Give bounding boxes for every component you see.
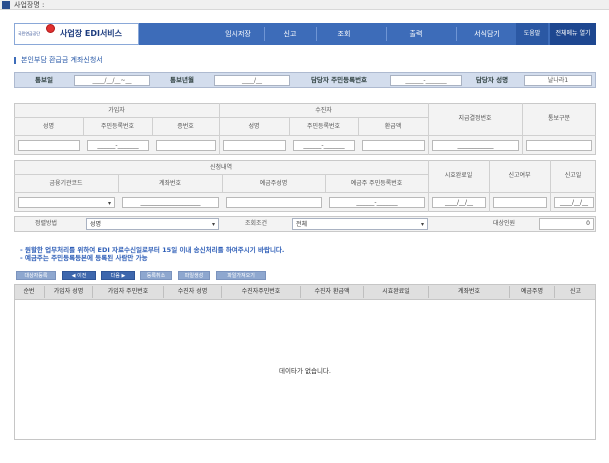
- nav-divider: [316, 27, 317, 41]
- nav-divider: [264, 27, 265, 41]
- chevron-down-icon: ▾: [107, 200, 111, 207]
- col-holder-name: 예금주명: [520, 288, 544, 295]
- recipient-rrn-input[interactable]: ______-_______: [293, 140, 355, 151]
- account-no-label: 계좌번호: [158, 180, 182, 187]
- holder-name-input[interactable]: [226, 197, 322, 208]
- query-condition-select[interactable]: 전체 ▾: [292, 218, 428, 230]
- col-recipient-name: 수진자 성명: [177, 288, 208, 295]
- grid-divider: [14, 174, 428, 175]
- subscriber-rrn-label: 주민등록번호: [100, 123, 135, 130]
- bank-code-label: 금융기관코드: [49, 180, 83, 187]
- target-register-button[interactable]: 대상자등록: [16, 271, 56, 280]
- page-title: 본인부담 환급금 계좌신청서: [21, 56, 103, 64]
- query-condition-label: 조회조건: [244, 220, 268, 227]
- report-yn-input[interactable]: [493, 197, 547, 208]
- grid-divider: [428, 103, 429, 155]
- nav-divider: [386, 27, 387, 41]
- grid-divider: [489, 160, 490, 212]
- col-subscriber-rrn: 가입자 주민번호: [107, 288, 149, 295]
- apply-group-label: 신청내역: [209, 164, 233, 171]
- nav-inquiry[interactable]: 조회: [318, 23, 370, 45]
- subscriber-group-label: 가입자: [108, 107, 125, 114]
- manager-name-input[interactable]: 날나라1: [524, 75, 592, 86]
- app-icon: [2, 1, 10, 9]
- account-no-input[interactable]: ____________________: [122, 197, 219, 208]
- holder-rrn-input[interactable]: ______-_______: [329, 197, 425, 208]
- nav-temp-save[interactable]: 임시저장: [214, 23, 262, 45]
- grid-divider: [14, 117, 428, 118]
- all-menu-button[interactable]: 전체메뉴 열기: [550, 23, 596, 45]
- report-yn-label: 신고여부: [508, 172, 531, 179]
- col-refund-amount: 수진자 환급액: [314, 288, 350, 295]
- nav-print[interactable]: 출력: [390, 23, 442, 45]
- file-import-button[interactable]: 파일가져오기: [216, 271, 266, 280]
- manager-rrn-label: 담당자 주민등록번호: [310, 76, 368, 84]
- target-count-value: 0: [539, 218, 594, 230]
- nps-logo-text: 국민연금공단: [18, 31, 41, 36]
- holder-rrn-label: 예금주 주민등록번호: [350, 180, 403, 187]
- request-date-input[interactable]: ____/__/__: [432, 197, 486, 208]
- window-title: 사업장명 :: [14, 1, 45, 9]
- help-button[interactable]: 도움말: [516, 23, 548, 45]
- notice-date-input[interactable]: ____/__/__~__: [74, 75, 150, 86]
- col-request-date: 시효완료일: [382, 288, 410, 295]
- refund-amount-label: 환급액: [384, 123, 402, 130]
- col-recipient-rrn: 수진자주민번호: [241, 288, 281, 295]
- query-condition-value: 전체: [296, 221, 308, 228]
- subscriber-rrn-input[interactable]: ______-_______: [87, 140, 149, 151]
- col-subscriber-name: 가입자 성명: [53, 288, 84, 295]
- recipient-rrn-label: 주민등록번호: [306, 123, 341, 130]
- chevron-down-icon: ▾: [420, 221, 424, 228]
- next-button[interactable]: 다음 ▶: [101, 271, 135, 280]
- nav-divider: [456, 27, 457, 41]
- nps-logo-icon: [46, 24, 55, 33]
- window-title-bar: [0, 0, 609, 10]
- manager-rrn-input[interactable]: ______-_______: [390, 75, 462, 86]
- notice-type-label: 통보구분: [547, 115, 571, 122]
- notice-type-input[interactable]: [526, 140, 592, 151]
- recipient-group-label: 수진자: [315, 107, 332, 114]
- grid-divider: [14, 192, 596, 193]
- report-date-label: 신고일: [564, 172, 582, 179]
- section-marker: [14, 57, 16, 64]
- nav-report[interactable]: 신고: [266, 23, 314, 45]
- notice-date-label: 통보일: [35, 76, 53, 84]
- recipient-name-input[interactable]: [223, 140, 286, 151]
- target-count-label: 대상인원: [492, 220, 516, 227]
- holder-name-label: 예금주성명: [259, 180, 288, 187]
- recipient-name-label: 성명: [248, 123, 260, 130]
- subscriber-cert-input[interactable]: [156, 140, 216, 151]
- cancel-register-button[interactable]: 등록취소: [140, 271, 172, 280]
- refund-amount-input[interactable]: [362, 140, 425, 151]
- subscriber-cert-label: 증번호: [177, 123, 194, 130]
- manager-name-label: 담당자 성명: [475, 76, 509, 84]
- col-account-no: 계좌번호: [457, 288, 481, 295]
- sort-method-select[interactable]: 성명 ▾: [86, 218, 219, 230]
- report-date-input[interactable]: ____/__/__: [554, 197, 594, 208]
- prev-button[interactable]: ◀ 이전: [62, 271, 96, 280]
- sort-method-label: 정렬방법: [34, 220, 58, 227]
- pay-decision-no-label: 지급결정번호: [458, 115, 492, 122]
- file-create-button[interactable]: 파일생성: [178, 271, 210, 280]
- notice-month-label: 통보년월: [170, 76, 194, 84]
- pay-decision-no-input[interactable]: ____________: [432, 140, 519, 151]
- grid-divider: [550, 160, 551, 212]
- col-seq: 순번: [23, 288, 35, 295]
- notice-line-2: - 예금주는 주민등록등본에 등록된 사람만 가능: [20, 254, 148, 262]
- grid-divider: [522, 103, 523, 155]
- chevron-down-icon: ▾: [211, 221, 215, 228]
- subscriber-name-label: 성명: [42, 123, 55, 130]
- service-name: 사업장 EDI서비스: [60, 29, 123, 38]
- col-report: 신고: [569, 288, 582, 295]
- grid-divider: [14, 135, 596, 136]
- empty-table-message: 데이타가 없습니다.: [279, 367, 331, 375]
- notice-month-input[interactable]: ____/__: [214, 75, 290, 86]
- request-date-label: 시효완료일: [444, 172, 473, 179]
- bank-code-select[interactable]: ▾: [18, 197, 115, 208]
- subscriber-name-input[interactable]: [18, 140, 80, 151]
- result-table: [14, 284, 596, 440]
- nav-form-save[interactable]: 서식담기: [460, 23, 514, 45]
- sort-method-value: 성명: [90, 221, 102, 228]
- grid-divider: [428, 160, 429, 212]
